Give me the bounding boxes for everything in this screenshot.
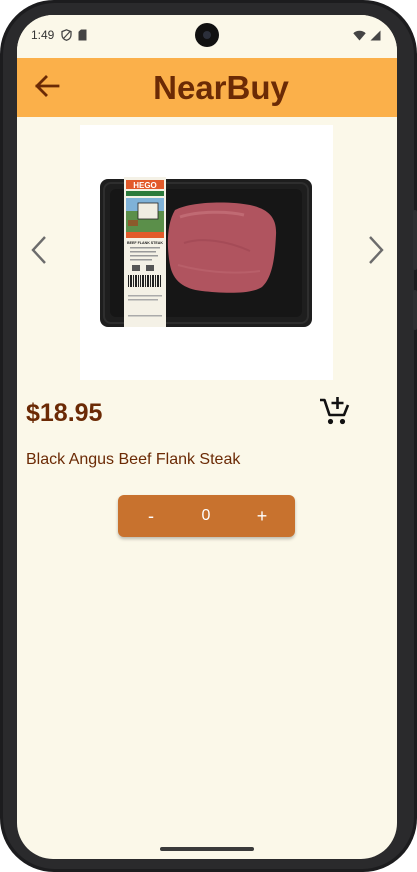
status-bar: 1:49 (17, 15, 397, 57)
power-button (413, 210, 417, 270)
add-to-cart-button[interactable] (317, 396, 353, 430)
signal-icon (370, 28, 381, 46)
product-image: HEGO BEEF FLANK STEAK (80, 125, 333, 380)
shield-icon (61, 28, 72, 46)
arrow-left-icon (34, 74, 60, 103)
package-brand-text: HEGO (133, 181, 157, 190)
quantity-stepper: - 0 + (118, 495, 295, 537)
screen: 1:49 NearBuy HEGO BEEF FLANK STEAK $18.9… (17, 15, 397, 859)
carousel-next-button[interactable] (364, 235, 388, 269)
package-label-text: BEEF FLANK STEAK (127, 241, 163, 245)
carousel-prev-button[interactable] (27, 235, 51, 269)
front-camera (195, 23, 219, 47)
product-image-carousel[interactable]: HEGO BEEF FLANK STEAK (17, 117, 397, 387)
product-name: Black Angus Beef Flank Steak (26, 451, 241, 468)
back-button[interactable] (33, 74, 61, 102)
home-indicator[interactable] (160, 847, 254, 851)
status-time: 1:49 (31, 28, 55, 42)
chevron-right-icon (367, 235, 385, 270)
volume-button (413, 290, 417, 330)
product-price: $18.95 (26, 399, 103, 427)
chevron-left-icon (30, 235, 48, 270)
quantity-value: 0 (201, 507, 211, 524)
sim-card-icon (78, 28, 87, 46)
app-bar: NearBuy (17, 58, 397, 117)
status-icons-right (353, 28, 381, 46)
status-icons-left (61, 28, 87, 46)
phone-frame: 1:49 NearBuy HEGO BEEF FLANK STEAK $18.9… (0, 0, 417, 872)
wifi-icon (353, 28, 366, 46)
increase-quantity-button[interactable]: + (240, 495, 284, 537)
decrease-quantity-button[interactable]: - (129, 495, 173, 537)
app-title: NearBuy (153, 69, 289, 106)
cart-plus-icon (319, 395, 351, 432)
